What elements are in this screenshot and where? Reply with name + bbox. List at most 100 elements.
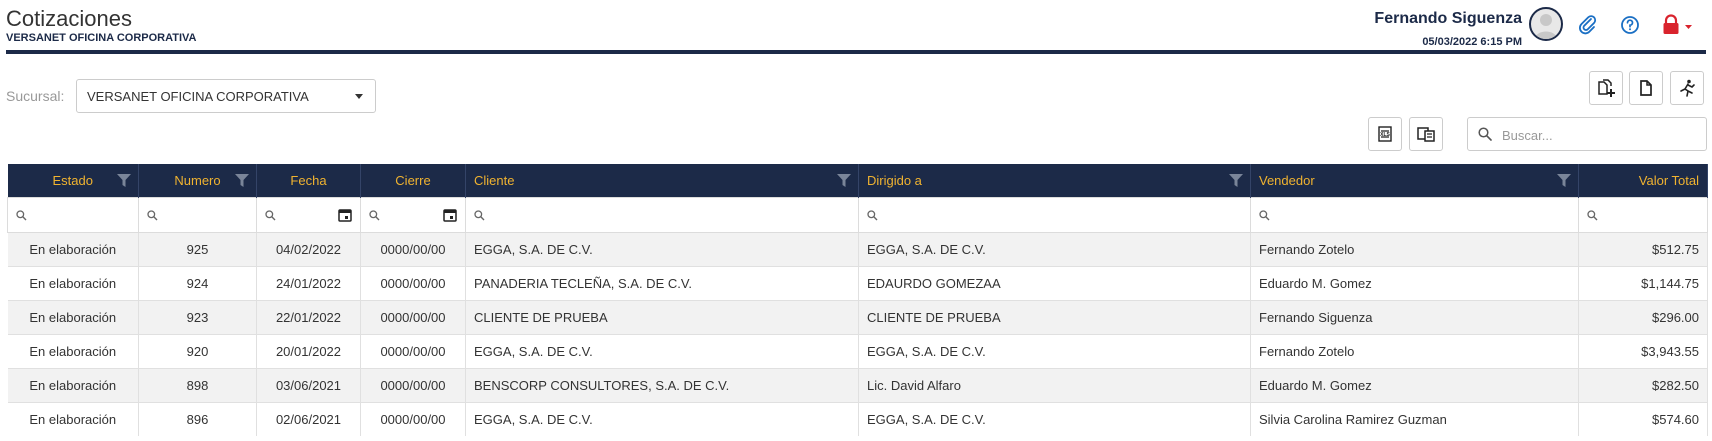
sucursal-value: VERSANET OFICINA CORPORATIVA (87, 89, 309, 104)
page-title: Cotizaciones (6, 6, 132, 31)
cell-valor-total: $296.00 (1578, 300, 1708, 335)
cell-dirigido: EGGA, S.A. DE C.V. (858, 402, 1251, 436)
col-header-valor-total[interactable]: Valor Total (1578, 164, 1708, 198)
cell-valor-total: $3,943.55 (1578, 334, 1708, 369)
add-document-icon (1598, 79, 1615, 97)
cell-cierre: 0000/00/00 (360, 232, 466, 267)
cell-vendedor: Fernando Zotelo (1250, 334, 1579, 369)
calendar-icon[interactable] (338, 208, 352, 222)
filter-cell-vendedor[interactable] (1250, 197, 1579, 233)
search-icon (474, 210, 485, 221)
cell-fecha: 24/01/2022 (256, 266, 361, 301)
cell-vendedor: Fernando Zotelo (1250, 232, 1579, 267)
svg-text:XLS: XLS (1380, 132, 1390, 138)
cell-valor-total: $282.50 (1578, 368, 1708, 403)
search-icon (16, 210, 27, 221)
new-copy-button[interactable] (1589, 71, 1623, 105)
cell-dirigido: EGGA, S.A. DE C.V. (858, 232, 1251, 267)
filter-cell-numero[interactable] (138, 197, 257, 233)
cell-cliente: CLIENTE DE PRUEBA (465, 300, 859, 335)
cell-numero: 920 (138, 334, 257, 369)
cell-dirigido: CLIENTE DE PRUEBA (858, 300, 1251, 335)
table-row[interactable]: En elaboración 924 24/01/2022 0000/00/00 PAN… (7, 266, 1708, 301)
cell-vendedor: Eduardo M. Gomez (1250, 368, 1579, 403)
cell-fecha: 22/01/2022 (256, 300, 361, 335)
search-icon (867, 210, 878, 221)
cell-fecha: 02/06/2021 (256, 402, 361, 436)
cell-numero: 924 (138, 266, 257, 301)
cell-numero: 925 (138, 232, 257, 267)
cell-numero: 896 (138, 402, 257, 436)
avatar[interactable] (1529, 7, 1563, 41)
cell-cierre: 0000/00/00 (360, 368, 466, 403)
cell-vendedor: Eduardo M. Gomez (1250, 266, 1579, 301)
cell-cierre: 0000/00/00 (360, 402, 466, 436)
cell-estado: En elaboración (7, 368, 139, 403)
col-header-dirigido[interactable]: Dirigido a (858, 164, 1251, 198)
search-icon (369, 210, 380, 221)
cell-vendedor: Silvia Carolina Ramirez Guzman (1250, 402, 1579, 436)
table-row[interactable]: En elaboración 925 04/02/2022 0000/00/00 EGG… (7, 232, 1708, 267)
cell-numero: 923 (138, 300, 257, 335)
sucursal-select[interactable]: VERSANET OFICINA CORPORATIVA (76, 79, 376, 113)
col-header-cierre[interactable]: Cierre (360, 164, 466, 198)
calendar-icon[interactable] (443, 208, 457, 222)
cell-cliente: EGGA, S.A. DE C.V. (465, 402, 859, 436)
user-name[interactable]: Fernando Siguenza (1374, 10, 1522, 28)
table-row[interactable]: En elaboración 920 20/01/2022 0000/00/00 EGG… (7, 334, 1708, 369)
chevron-down-icon (355, 94, 363, 99)
filter-cell-cliente[interactable] (465, 197, 859, 233)
cell-vendedor: Fernando Siguenza (1250, 300, 1579, 335)
app-header: Cotizaciones VERSANET OFICINA CORPORATIV… (0, 0, 1712, 54)
cell-estado: En elaboración (7, 232, 139, 267)
cell-cliente: EGGA, S.A. DE C.V. (465, 232, 859, 267)
filter-cell-cierre[interactable] (360, 197, 466, 233)
cell-cliente: EGGA, S.A. DE C.V. (465, 334, 859, 369)
filter-icon[interactable] (1557, 174, 1571, 187)
col-header-fecha[interactable]: Fecha (256, 164, 361, 198)
xls-icon: XLS (1378, 126, 1392, 142)
user-avatar-icon (1535, 14, 1557, 39)
filter-row (7, 197, 1708, 233)
col-header-estado[interactable]: Estado (7, 164, 139, 198)
header-row: Estado Numero Fecha Cierre Cliente Dirig… (7, 164, 1708, 198)
search-box[interactable] (1467, 117, 1707, 151)
filter-cell-fecha[interactable] (256, 197, 361, 233)
filter-icon[interactable] (837, 174, 851, 187)
search-icon (265, 210, 276, 221)
lock-icon (1663, 14, 1692, 34)
cell-dirigido: EDAURDO GOMEZAA (858, 266, 1251, 301)
filter-icon[interactable] (1229, 174, 1243, 187)
cell-fecha: 03/06/2021 (256, 368, 361, 403)
cell-estado: En elaboración (7, 334, 139, 369)
filter-cell-estado[interactable] (7, 197, 139, 233)
search-input[interactable] (1500, 125, 1699, 145)
filter-icon[interactable] (235, 174, 249, 187)
paperclip-icon[interactable] (1577, 14, 1599, 36)
column-chooser-icon (1417, 127, 1435, 142)
document-icon (1640, 80, 1652, 96)
table-row[interactable]: En elaboración 923 22/01/2022 0000/00/00 CLI… (7, 300, 1708, 335)
lock-menu[interactable] (1661, 14, 1697, 36)
cell-estado: En elaboración (7, 402, 139, 436)
new-document-button[interactable] (1629, 71, 1663, 105)
cell-cierre: 0000/00/00 (360, 266, 466, 301)
export-xls-button[interactable]: XLS (1368, 117, 1402, 151)
help-icon[interactable] (1619, 14, 1641, 36)
cell-valor-total: $1,144.75 (1578, 266, 1708, 301)
table-row[interactable]: En elaboración 898 03/06/2021 0000/00/00 BEN… (7, 368, 1708, 403)
cell-cierre: 0000/00/00 (360, 334, 466, 369)
col-header-vendedor[interactable]: Vendedor (1250, 164, 1579, 198)
exit-button[interactable] (1670, 71, 1704, 105)
col-header-cliente[interactable]: Cliente (465, 164, 859, 198)
column-chooser-button[interactable] (1409, 117, 1443, 151)
col-header-numero[interactable]: Numero (138, 164, 257, 198)
filter-cell-dirigido[interactable] (858, 197, 1251, 233)
cell-cliente: BENSCORP CONSULTORES, S.A. DE C.V. (465, 368, 859, 403)
filter-cell-valor-total[interactable] (1578, 197, 1708, 233)
header-divider (6, 50, 1706, 54)
cell-cliente: PANADERIA TECLEÑA, S.A. DE C.V. (465, 266, 859, 301)
cell-estado: En elaboración (7, 300, 139, 335)
table-row[interactable]: En elaboración 896 02/06/2021 0000/00/00 EGG… (7, 402, 1708, 436)
filter-icon[interactable] (117, 174, 131, 187)
